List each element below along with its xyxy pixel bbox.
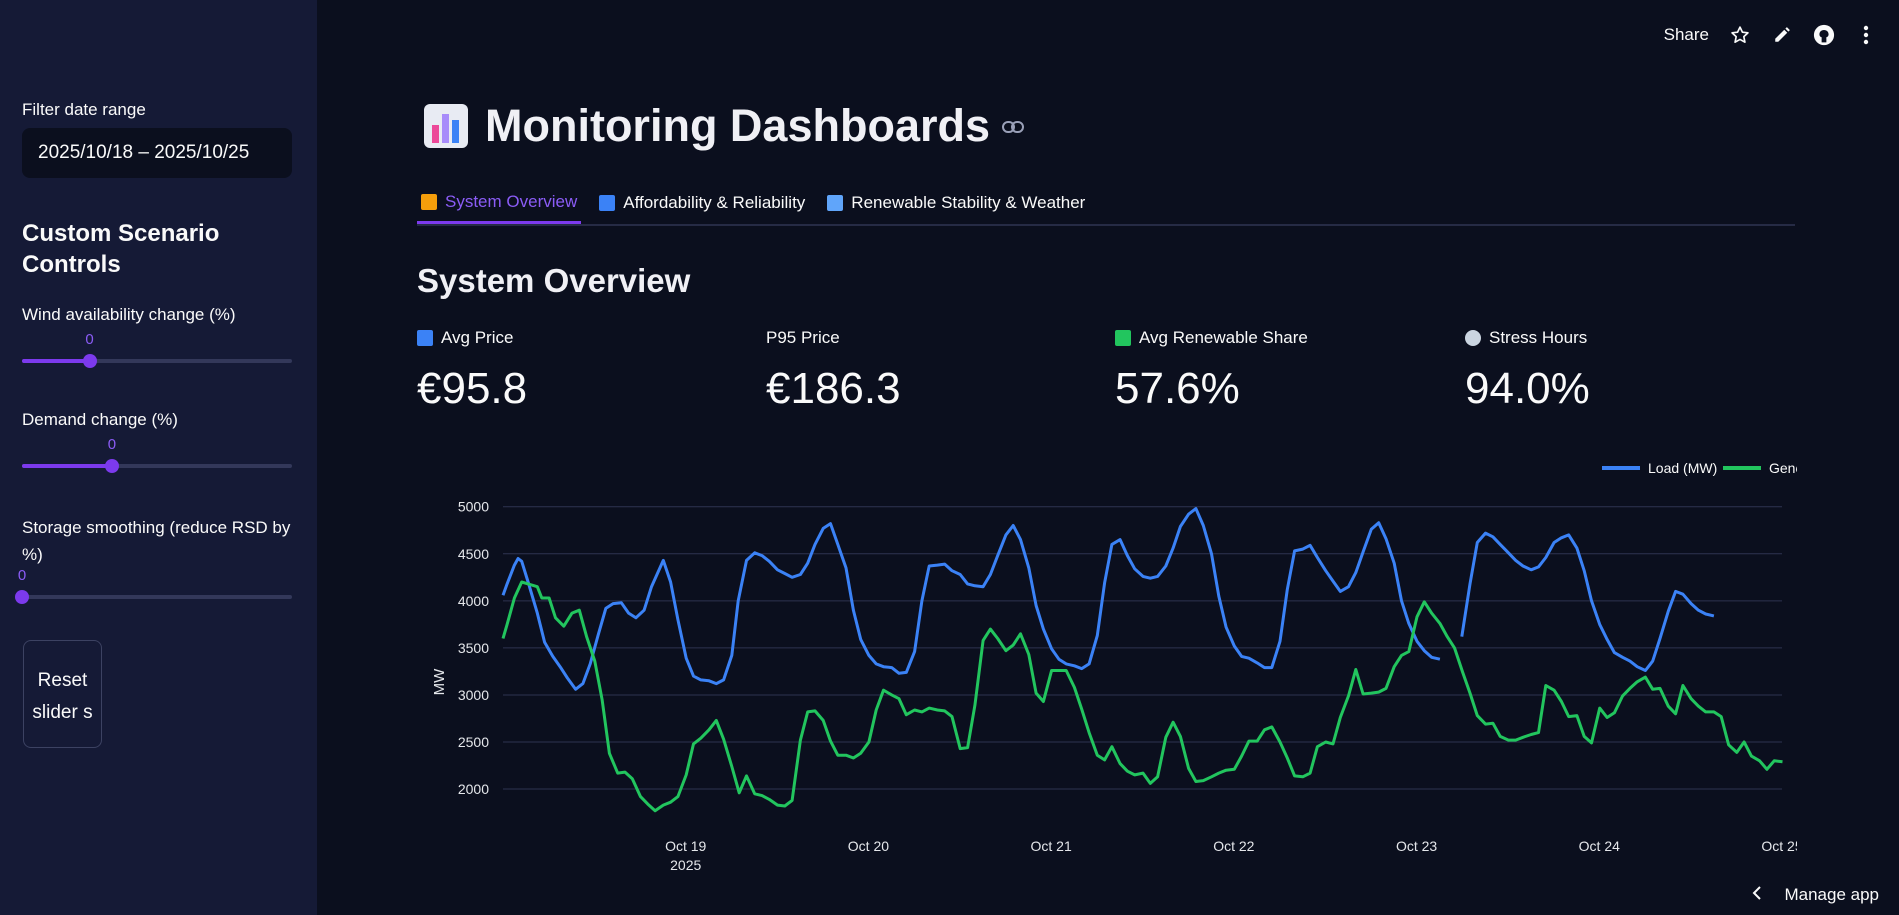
manage-app-label: Manage app [1784,885,1879,904]
metric-label: Avg Renewable Share [1139,328,1308,347]
metric-renewable-share: Avg Renewable Share 57.6% [1115,326,1435,414]
tab-label: Renewable Stability & Weather [851,193,1086,212]
gear-icon [1465,330,1481,346]
x-tick-label: Oct 25 [1761,838,1797,854]
slider-fill [22,359,90,363]
series-line-generation [501,580,1783,813]
load-generation-chart[interactable]: 2000 2500 3000 3500 4000 4500 5000 Oct 19 2025 Oc… [417,452,1797,882]
share-button[interactable]: Share [1664,25,1709,45]
tab-renewable-stability[interactable]: Renewable Stability & Weather [823,182,1089,224]
y-tick-label: 2000 [458,781,489,797]
tab-label: Affordability & Reliability [623,193,806,212]
x-tick-label: Oct 24 [1579,838,1620,854]
slider-thumb[interactable] [82,354,97,368]
storage-slider[interactable]: 0 [15,567,292,607]
y-tick-label: 5000 [458,499,489,515]
series-line-load [501,507,1715,691]
sidebar: Filter date range 2025/10/18 – 2025/10/2… [0,0,317,915]
metric-value: 94.0% [1465,364,1590,413]
metric-label: Stress Hours [1489,328,1588,347]
house-icon [421,193,437,210]
main-content: Share Monitoring Dashboards System Overv… [317,0,1899,915]
y-axis-label: MW [431,668,448,695]
slider-thumb[interactable] [15,590,29,604]
seedling-icon [1115,330,1131,346]
y-tick-label: 4500 [458,546,489,562]
legend-label: Load (MW) [1648,460,1717,476]
slider-value: 0 [107,436,117,453]
metric-label: Avg Price [441,328,514,347]
chevron-left-icon [1752,885,1762,905]
y-tick-label: 3500 [458,640,489,656]
app-toolbar: Share [1664,24,1877,46]
tab-affordability[interactable]: Affordability & Reliability [595,182,809,224]
slider-track[interactable] [22,595,292,599]
y-tick-label: 2500 [458,734,489,750]
x-tick-sublabel: 2025 [670,857,701,873]
x-tick-label: Oct 22 [1213,838,1254,854]
legend-label: Generation (MW) [1769,460,1797,476]
demand-slider-label: Demand change (%) [22,410,178,429]
page-header: Monitoring Dashboards [423,100,1024,152]
slider-thumb[interactable] [104,459,119,473]
slider-value: 0 [17,567,27,584]
manage-app-button[interactable]: Manage app [1725,875,1899,915]
more-vertical-icon[interactable] [1855,24,1877,46]
metric-label: P95 Price [766,328,840,347]
y-tick-label: 4000 [458,593,489,609]
demand-slider[interactable]: 0 [22,436,292,476]
section-title: System Overview [417,262,691,299]
reset-sliders-button[interactable]: Reset slider s [23,640,102,748]
date-range-label: Filter date range [22,100,146,119]
star-icon[interactable] [1729,24,1751,46]
x-tick-label: Oct 23 [1396,838,1437,854]
currency-exchange-icon [417,330,433,346]
metric-stress-hours: Stress Hours 94.0% [1465,326,1785,414]
metric-p95-price: P95 Price €186.3 [766,326,1086,414]
storage-slider-label: Storage smoothing (reduce RSD by %) [22,518,291,564]
date-range-input[interactable]: 2025/10/18 – 2025/10/25 [22,128,292,178]
currency-exchange-icon [599,195,616,211]
wind-slider-label: Wind availability change (%) [22,305,236,324]
controls-heading: Custom Scenario Controls [22,220,220,278]
y-tick-label: 3000 [458,687,489,703]
metric-value: €186.3 [766,364,901,413]
edit-icon[interactable] [1771,24,1793,46]
github-icon[interactable] [1813,24,1835,46]
tab-bar: System Overview Affordability & Reliabil… [417,182,1795,226]
x-tick-label: Oct 19 [665,838,706,854]
metric-value: 57.6% [1115,364,1240,413]
metric-value: €95.8 [417,364,528,413]
tab-system-overview[interactable]: System Overview [417,182,582,224]
weather-icon [827,195,844,211]
page-title: Monitoring Dashboards [485,100,990,151]
x-tick-label: Oct 20 [848,838,889,854]
bar-chart-icon [423,103,469,149]
wind-slider[interactable]: 0 [22,331,292,371]
anchor-link-icon[interactable] [1002,120,1024,139]
slider-fill [22,464,112,468]
slider-value: 0 [85,331,94,348]
x-tick-label: Oct 21 [1031,838,1072,854]
tab-label: System Overview [445,191,578,211]
metric-avg-price: Avg Price €95.8 [417,326,737,414]
